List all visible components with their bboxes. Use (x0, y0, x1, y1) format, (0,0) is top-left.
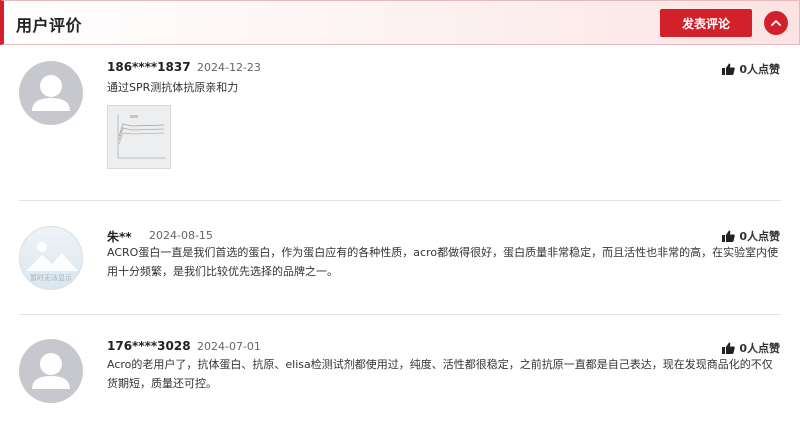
review-date: 2024-12-23 (197, 61, 261, 74)
thumbs-up-icon (722, 230, 736, 242)
post-review-button[interactable]: 发表评论 (660, 9, 752, 37)
like-count[interactable]: 0人点赞 (722, 228, 780, 244)
review-content: ACRO蛋白一直是我们首选的蛋白，作为蛋白应有的各种性质，acro都做得很好，蛋… (107, 246, 779, 278)
like-count[interactable]: 0人点赞 (722, 61, 780, 77)
review-content: Acro的老用户了，抗体蛋白、抗原、elisa检测试剂都使用过，纯度、活性都很稳… (107, 358, 773, 390)
like-count[interactable]: 0人点赞 (722, 340, 780, 356)
review-item: 176****3028 2024-07-01 0人点赞 Acro的老用户了，抗体… (0, 315, 800, 430)
avatar (19, 339, 83, 403)
collapse-button[interactable] (764, 11, 788, 35)
like-count-label: 0人点赞 (739, 342, 780, 355)
avatar (19, 61, 83, 125)
avatar-placeholder-text: 暂时无法显示 (30, 274, 72, 282)
chevron-up-icon (771, 20, 781, 26)
review-item: 186****1837 2024-12-23 0人点赞 通过SPR测抗体抗原亲和… (0, 45, 800, 201)
thumbs-up-icon (722, 342, 736, 354)
section-title: 用户评价 (16, 16, 83, 35)
review-content: 通过SPR测抗体抗原亲和力 (107, 81, 239, 94)
review-image-thumbnail[interactable] (107, 105, 171, 169)
avatar: 暂时无法显示 (19, 226, 83, 290)
thumbs-up-icon (722, 63, 736, 75)
review-item: 暂时无法显示 朱** 2024-08-15 0人点赞 ACRO蛋白一直是我们首选… (0, 201, 800, 315)
review-username: 186****1837 (107, 60, 191, 74)
like-count-label: 0人点赞 (739, 230, 780, 243)
review-username: 176****3028 (107, 339, 191, 353)
user-silhouette-icon (32, 75, 70, 111)
reviews-header: 用户评价 发表评论 (0, 0, 800, 45)
review-date: 2024-07-01 (197, 340, 261, 353)
user-silhouette-icon (32, 353, 70, 389)
like-count-label: 0人点赞 (739, 63, 780, 76)
review-date: 2024-08-15 (149, 229, 213, 242)
chart-thumbnail-graphic (117, 114, 166, 159)
